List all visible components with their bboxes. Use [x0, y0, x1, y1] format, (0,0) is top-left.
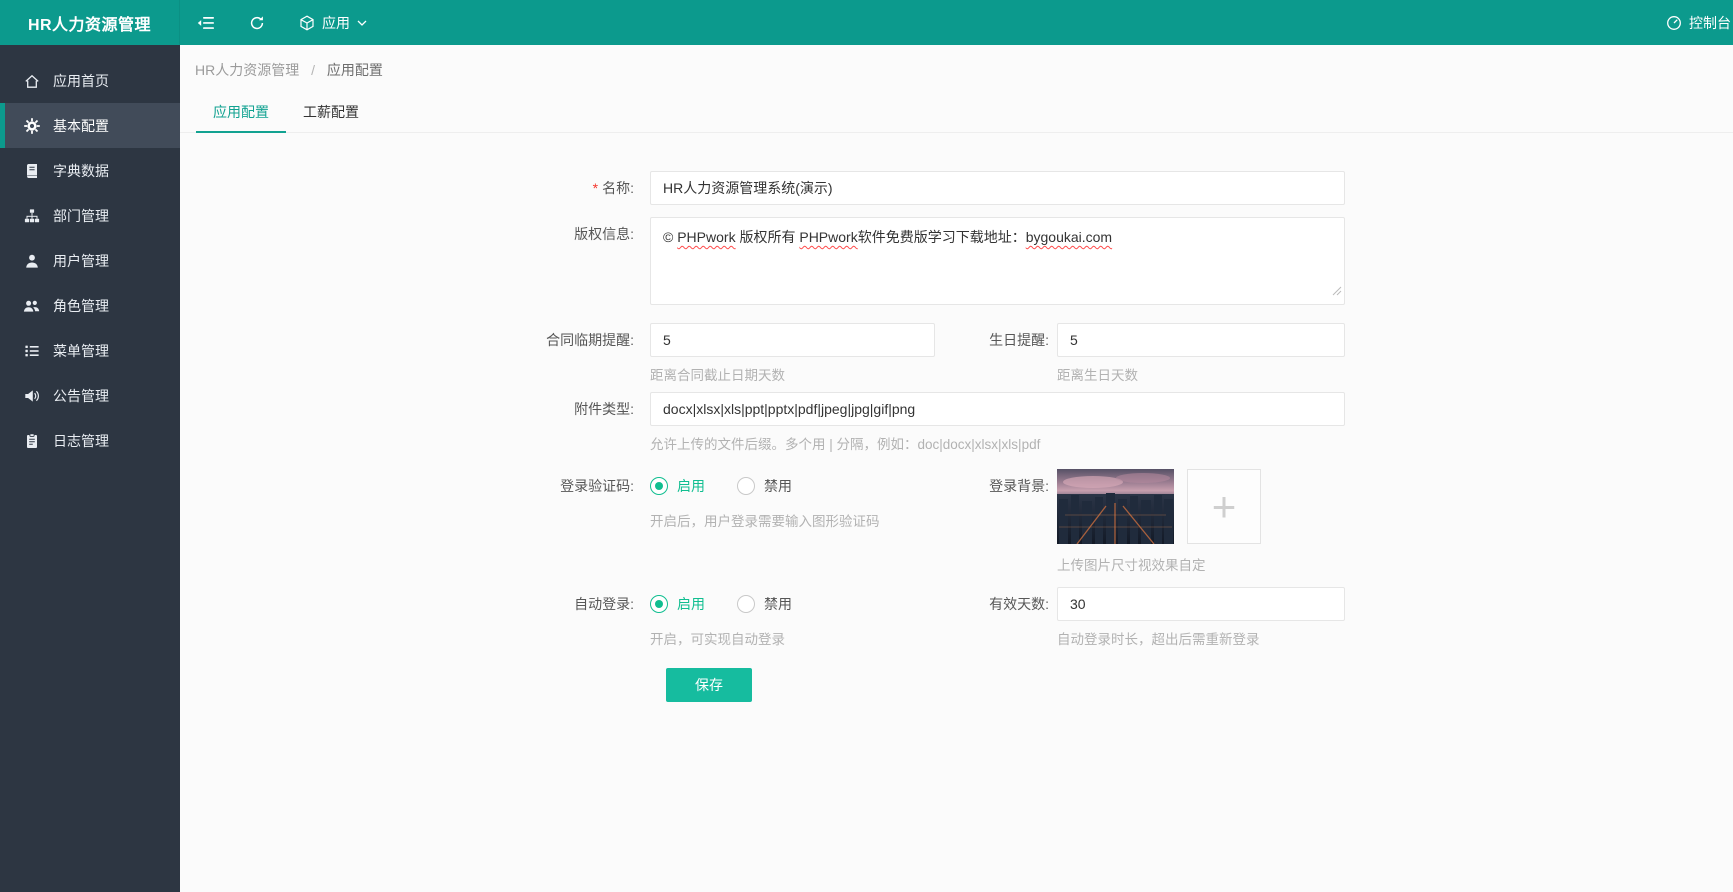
textarea-resize-handle[interactable] — [1332, 280, 1342, 302]
users-icon — [23, 298, 40, 314]
save-button[interactable]: 保存 — [666, 668, 752, 702]
radio-checked-icon — [650, 477, 668, 495]
login-background-hint: 上传图片尺寸视效果自定 — [1057, 558, 1206, 573]
login-captcha-label: 登录验证码: — [560, 478, 634, 494]
sidebar-item-basic-config[interactable]: 基本配置 — [0, 103, 180, 148]
dashboard-icon — [1666, 15, 1682, 31]
sidebar-item-departments[interactable]: 部门管理 — [0, 193, 180, 238]
auto-login-radio-enable[interactable]: 启用 — [650, 594, 705, 614]
refresh-button[interactable] — [232, 0, 282, 45]
sidebar-item-label: 字典数据 — [53, 162, 109, 179]
main-content: HR人力资源管理 / 应用配置 应用配置 工薪配置 *名称: 版权信息: © P… — [180, 45, 1733, 892]
radio-unchecked-icon — [737, 595, 755, 613]
sidebar-item-label: 基本配置 — [53, 117, 109, 134]
attachment-types-label: 附件类型: — [574, 401, 634, 417]
sidebar-item-label: 角色管理 — [53, 297, 109, 314]
birthday-reminder-label: 生日提醒: — [989, 332, 1049, 348]
user-icon — [23, 253, 40, 269]
sidebar-item-dictionary[interactable]: 字典数据 — [0, 148, 180, 193]
name-input[interactable] — [650, 171, 1345, 205]
app-config-form: *名称: 版权信息: © PHPwork 版权所有 PHPwork软件免费版学习… — [180, 171, 1733, 702]
login-background-label: 登录背景: — [989, 478, 1049, 494]
copyright-label: 版权信息: — [574, 226, 634, 242]
birthday-reminder-hint: 距离生日天数 — [1057, 368, 1138, 383]
valid-days-hint: 自动登录时长，超出后需重新登录 — [1057, 632, 1260, 647]
tab-app-config[interactable]: 应用配置 — [196, 93, 286, 133]
gear-icon — [23, 117, 40, 134]
book-icon — [23, 163, 40, 179]
sidebar-item-label: 部门管理 — [53, 207, 109, 224]
plus-icon: + — [1211, 482, 1237, 530]
collapse-menu-icon — [197, 16, 215, 30]
breadcrumb-current: 应用配置 — [326, 62, 383, 78]
login-captcha-radio-group: 启用 禁用 — [650, 469, 935, 503]
sidebar-item-announcements[interactable]: 公告管理 — [0, 373, 180, 418]
login-background-thumbnail[interactable] — [1057, 469, 1174, 544]
sidebar-item-menus[interactable]: 菜单管理 — [0, 328, 180, 373]
attachment-types-input[interactable] — [650, 392, 1345, 426]
sidebar-item-home[interactable]: 应用首页 — [0, 58, 180, 103]
contract-reminder-label: 合同临期提醒: — [546, 332, 634, 348]
sitemap-icon — [23, 208, 40, 224]
name-label: * 名称: — [592, 180, 634, 196]
radio-unchecked-icon — [737, 477, 755, 495]
list-icon — [23, 343, 40, 359]
login-background-uploader: + — [1057, 469, 1261, 544]
header-nav: 应用 — [180, 0, 384, 45]
login-captcha-hint: 开启后，用户登录需要输入图形验证码 — [650, 514, 880, 529]
app-cube-icon — [299, 15, 315, 31]
clipboard-icon — [23, 432, 40, 449]
valid-days-input[interactable] — [1057, 587, 1345, 621]
refresh-icon — [249, 15, 265, 31]
copyright-text: © — [663, 229, 678, 245]
copyright-text: bygoukai.com — [1025, 229, 1113, 245]
collapse-sidebar-button[interactable] — [180, 0, 232, 45]
upload-plus-button[interactable]: + — [1187, 469, 1261, 544]
sidebar-item-logs[interactable]: 日志管理 — [0, 418, 180, 463]
auto-login-radio-group: 启用 禁用 — [650, 587, 935, 621]
app-logo-title: HR人力资源管理 — [0, 0, 180, 45]
copyright-text: PHPwork — [677, 229, 736, 245]
header-right: 控制台 — [1652, 0, 1733, 45]
contract-reminder-hint: 距离合同截止日期天数 — [650, 368, 785, 383]
top-header: HR人力资源管理 应用 控制台 — [0, 0, 1733, 45]
attachment-types-hint: 允许上传的文件后缀。多个用 | 分隔，例如：doc|docx|xlsx|xls|… — [650, 437, 1041, 452]
sidebar-item-label: 公告管理 — [53, 387, 109, 404]
tab-salary-config[interactable]: 工薪配置 — [286, 93, 376, 132]
breadcrumb-app[interactable]: HR人力资源管理 — [195, 62, 299, 78]
console-label: 控制台 — [1689, 14, 1731, 31]
sidebar-item-users[interactable]: 用户管理 — [0, 238, 180, 283]
radio-checked-icon — [650, 595, 668, 613]
auto-login-hint: 开启，可实现自动登录 — [650, 632, 785, 647]
app-menu-dropdown[interactable]: 应用 — [282, 0, 384, 45]
sidebar: 应用首页 基本配置 字典数据 部门管理 用户管理 角色管理 菜单管理 公告管理 … — [0, 45, 180, 892]
chevron-down-icon — [357, 20, 367, 26]
copyright-text: PHPwork — [799, 229, 858, 245]
sidebar-item-label: 用户管理 — [53, 252, 109, 269]
login-captcha-radio-enable[interactable]: 启用 — [650, 476, 705, 496]
sidebar-item-label: 菜单管理 — [53, 342, 109, 359]
required-mark: * — [592, 180, 599, 196]
breadcrumb: HR人力资源管理 / 应用配置 — [195, 60, 1733, 80]
copyright-text: 软件免费版学习下载地址： — [857, 229, 1026, 245]
breadcrumb-separator: / — [311, 62, 316, 78]
login-captcha-radio-disable[interactable]: 禁用 — [737, 476, 792, 496]
console-link[interactable]: 控制台 — [1652, 0, 1733, 45]
valid-days-label: 有效天数: — [989, 596, 1049, 612]
auto-login-label: 自动登录: — [574, 596, 634, 612]
copyright-text: 版权所有 — [735, 229, 800, 245]
home-icon — [23, 73, 40, 89]
app-menu-label: 应用 — [322, 14, 350, 31]
tab-bar: 应用配置 工薪配置 — [180, 93, 1733, 133]
auto-login-radio-disable[interactable]: 禁用 — [737, 594, 792, 614]
copyright-textarea[interactable]: © PHPwork 版权所有 PHPwork软件免费版学习下载地址：bygouk… — [650, 217, 1345, 305]
contract-reminder-input[interactable] — [650, 323, 935, 357]
sidebar-item-roles[interactable]: 角色管理 — [0, 283, 180, 328]
speaker-icon — [23, 388, 40, 404]
sidebar-item-label: 日志管理 — [53, 432, 109, 449]
birthday-reminder-input[interactable] — [1057, 323, 1345, 357]
sidebar-item-label: 应用首页 — [53, 72, 109, 89]
